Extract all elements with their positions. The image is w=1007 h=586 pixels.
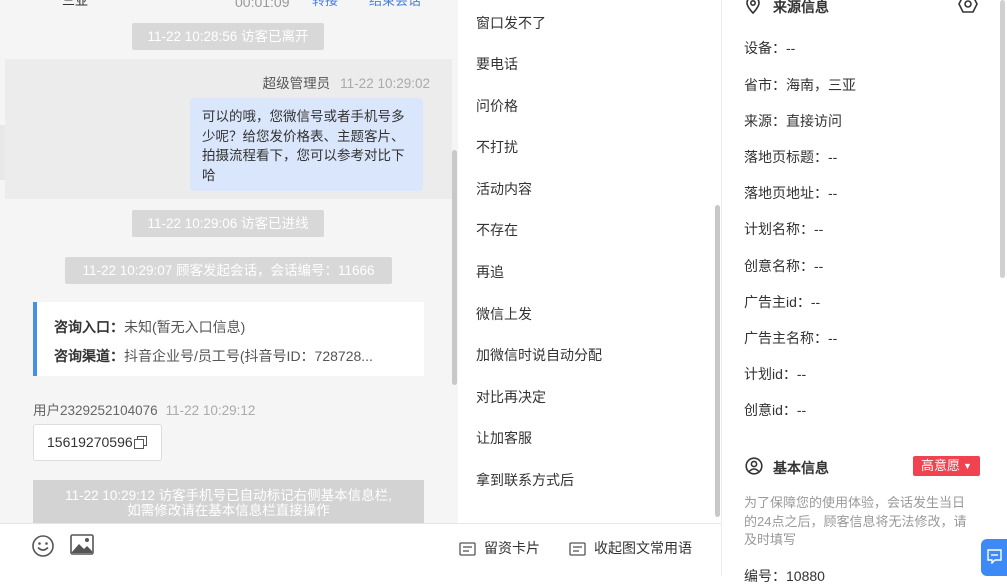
end-session-link[interactable]: 结束会话	[369, 0, 421, 9]
leave-card-label: 留资卡片	[484, 540, 540, 556]
source-field-plan-name: 计划名称：--	[744, 221, 824, 237]
phrase-item[interactable]: 问价格	[476, 96, 518, 116]
phrase-item[interactable]: 加微信时说自动分配	[476, 345, 602, 365]
phrase-item[interactable]: 活动内容	[476, 179, 532, 199]
phrases-scrollbar[interactable]	[715, 205, 720, 517]
image-icon[interactable]	[70, 534, 94, 556]
source-field-creative-name: 创意名称：--	[744, 258, 824, 274]
source-field-advertiser-id: 广告主id：--	[744, 294, 821, 310]
settings-icon[interactable]	[958, 0, 978, 13]
source-info-title: 来源信息	[773, 0, 829, 15]
system-message-session: 11-22 10:29:07 顾客发起会话，会话编号：11666	[65, 257, 392, 284]
panel-edge	[0, 125, 5, 180]
user-message-meta: 用户2329252104076 11-22 10:29:12	[33, 399, 255, 419]
chat-header: 三亚 00:01:09 转接 结束会话	[0, 0, 458, 14]
common-phrases-list: 窗口发不了 要电话 问价格 不打扰 活动内容 不存在 再追 微信上发 加微信时说…	[458, 0, 721, 523]
consult-entry-row: 咨询入口：未知(暂无入口信息)	[54, 317, 245, 337]
emoji-icon[interactable]	[31, 534, 55, 558]
source-field-creative-id: 创意id：--	[744, 402, 807, 418]
chat-panel: 三亚 00:01:09 转接 结束会话 11-22 10:28:56 访客已离开…	[0, 0, 458, 523]
phrase-item[interactable]: 窗口发不了	[476, 13, 546, 33]
user-time: 11-22 10:29:12	[165, 403, 256, 418]
card-icon	[459, 542, 476, 556]
basic-field-id: 编号：10880	[744, 568, 825, 584]
phone-message[interactable]: 15619270596	[33, 424, 162, 461]
source-field-source: 来源：直接访问	[744, 113, 842, 129]
phrase-item[interactable]: 对比再决定	[476, 387, 546, 407]
phrase-item[interactable]: 再追	[476, 262, 504, 282]
consult-entry-label: 咨询入口：	[54, 319, 124, 335]
source-field-plan-id: 计划id：--	[744, 366, 807, 382]
intent-badge[interactable]: 高意愿 ▼	[913, 456, 980, 476]
system-message-left: 11-22 10:28:56 访客已离开	[132, 23, 324, 50]
phrase-item[interactable]: 不打扰	[476, 137, 518, 157]
edit-notice: 为了保障您的使用体验，会话发生当日的24点之后，顾客信息将无法修改，请及时填写	[744, 495, 967, 547]
caret-down-icon: ▼	[963, 461, 972, 471]
collapse-phrases-label: 收起图文常用语	[594, 540, 692, 556]
location-icon	[746, 0, 760, 14]
phrase-item[interactable]: 让加客服	[476, 428, 532, 448]
system-message-online: 11-22 10:29:06 访客已进线	[132, 210, 324, 237]
collapse-phrases-button[interactable]: 收起图文常用语	[569, 538, 692, 558]
agent-message-bubble: 可以的哦，您微信号或者手机号多少呢？给您发价格表、主题客片、拍摄流程看下，您可以…	[190, 98, 423, 191]
phrase-item[interactable]: 不存在	[476, 220, 518, 240]
agent-name: 超级管理员	[262, 76, 331, 91]
auto-mark-notice-line2: 如需修改请在基本信息栏直接操作	[127, 503, 330, 518]
source-field-region: 省市：海南，三亚	[744, 77, 856, 93]
phone-number: 15619270596	[47, 434, 133, 450]
basic-info-title: 基本信息	[773, 460, 829, 476]
source-field-advertiser-name: 广告主名称：--	[744, 330, 838, 346]
phrase-item[interactable]: 微信上发	[476, 304, 532, 324]
phrase-icon	[569, 542, 586, 556]
source-field-landing-title: 落地页标题：--	[744, 149, 838, 165]
source-field-landing-url: 落地页地址：--	[744, 185, 838, 201]
user-name: 用户2329252104076	[33, 403, 158, 418]
consult-info-card: 咨询入口：未知(暂无入口信息) 咨询渠道：抖音企业号/员工号(抖音号ID：728…	[33, 302, 424, 376]
agent-time: 11-22 10:29:02	[340, 76, 430, 91]
consult-channel-label: 咨询渠道：	[54, 348, 124, 364]
user-icon	[745, 457, 763, 475]
auto-mark-notice: 11-22 10:29:12 访客手机号已自动标记右侧基本信息栏, 如需修改请在…	[33, 480, 424, 523]
visitor-name: 三亚	[62, 0, 89, 8]
copy-icon[interactable]	[133, 436, 147, 449]
consult-entry-value: 未知(暂无入口信息)	[124, 319, 246, 335]
transfer-link[interactable]: 转接	[312, 0, 338, 9]
info-scrollbar[interactable]	[1000, 0, 1005, 278]
message-icon	[987, 549, 1002, 564]
chat-float-button[interactable]	[981, 539, 1007, 576]
consult-channel-value: 抖音企业号/员工号(抖音号ID：728728...	[124, 348, 373, 364]
chat-scrollbar[interactable]	[452, 150, 457, 385]
source-field-device: 设备：--	[744, 40, 796, 56]
session-duration: 00:01:09	[235, 0, 290, 10]
phrase-item[interactable]: 拿到联系方式后	[476, 470, 574, 490]
agent-message-meta: 超级管理员 11-22 10:29:02	[263, 72, 430, 92]
auto-mark-notice-line1: 11-22 10:29:12 访客手机号已自动标记右侧基本信息栏,	[65, 488, 392, 503]
intent-badge-label: 高意愿	[921, 458, 961, 473]
consult-channel-row: 咨询渠道：抖音企业号/员工号(抖音号ID：728728...	[54, 346, 373, 366]
leave-card-button[interactable]: 留资卡片	[459, 538, 540, 558]
phrase-item[interactable]: 要电话	[476, 54, 518, 74]
